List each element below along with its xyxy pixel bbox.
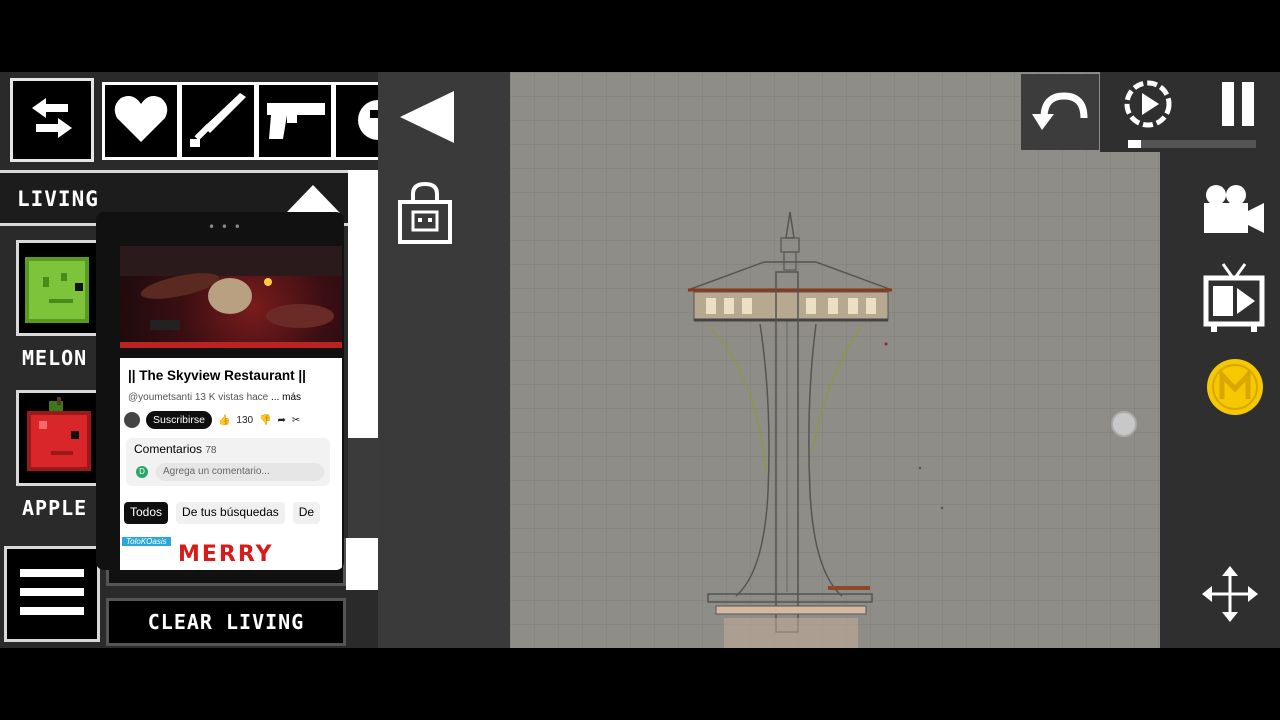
tower-structure[interactable]	[510, 72, 1160, 648]
toolbar-column	[378, 72, 510, 648]
item-label-melon: MELON	[22, 346, 88, 370]
touch-cursor	[1111, 411, 1137, 437]
list-scrollbar-track	[348, 438, 378, 538]
like-icon[interactable]: 👍	[218, 415, 230, 426]
heart-icon	[113, 94, 169, 148]
like-count: 130	[236, 414, 254, 426]
clear-living-button[interactable]: CLEAR LIVING	[106, 598, 346, 646]
video-title[interactable]: || The Skyview Restaurant ||	[128, 368, 306, 383]
move-arrows-icon	[1202, 566, 1258, 626]
video-meta: @youmetsanti 13 K vistas hace ... más	[128, 392, 301, 403]
chip-more[interactable]: De	[292, 502, 321, 524]
ad-text: MERRY	[178, 542, 274, 567]
tv-icon	[1203, 262, 1265, 338]
video-thumbnail[interactable]	[120, 246, 342, 348]
comments-count: 78	[205, 445, 217, 456]
comment-input[interactable]: Agrega un comentario...	[156, 463, 324, 481]
apple-icon	[19, 397, 97, 487]
sword-icon	[188, 89, 248, 153]
move-button[interactable]	[1200, 566, 1260, 626]
chip-from-searches[interactable]: De tus búsquedas	[176, 502, 285, 524]
more-link[interactable]: ... más	[271, 392, 301, 403]
item-label-apple: APPLE	[22, 496, 88, 520]
time-scale-slider[interactable]	[1128, 140, 1256, 148]
category-melee[interactable]	[182, 85, 254, 157]
drag-handle-icon[interactable]: • • •	[208, 220, 242, 234]
ad-brand: ToloKOasis	[122, 537, 171, 546]
time-scale-fill	[1128, 140, 1141, 148]
melon-icon	[19, 257, 97, 337]
lock-button[interactable]	[392, 180, 458, 250]
slow-motion-icon	[1122, 78, 1174, 134]
video-actions: Suscribirse 👍 130 👎 ➦ ✂	[124, 410, 342, 430]
swap-button[interactable]	[10, 78, 94, 162]
channel-avatar[interactable]	[124, 412, 140, 428]
pistol-icon	[263, 97, 327, 145]
chip-all[interactable]: Todos	[124, 502, 169, 524]
explosive-icon	[342, 94, 378, 148]
item-melon[interactable]	[16, 240, 100, 336]
game-screen: LIVING MELON APPLE CLEAR LIVING • • • ||…	[0, 72, 1280, 648]
category-living[interactable]	[105, 85, 177, 157]
category-tabs	[102, 82, 378, 160]
dislike-icon[interactable]: 👎	[259, 415, 271, 426]
camera-icon	[1202, 183, 1266, 239]
category-explosives[interactable]	[336, 85, 378, 157]
channel-handle[interactable]: @youmetsanti	[128, 392, 192, 403]
upload-age: hace	[246, 392, 269, 403]
sandbox-viewport[interactable]	[510, 72, 1160, 648]
pause-button[interactable]	[1208, 76, 1268, 136]
coin-button[interactable]	[1204, 358, 1266, 420]
clip-icon[interactable]: ✂	[292, 415, 300, 426]
ad-banner[interactable]: ToloKOasis MERRY	[120, 536, 342, 570]
tv-button[interactable]	[1200, 262, 1268, 338]
category-firearms[interactable]	[259, 85, 331, 157]
coin-icon	[1205, 357, 1265, 421]
menu-button[interactable]	[4, 546, 100, 642]
item-apple[interactable]	[16, 390, 100, 486]
share-icon[interactable]: ➦	[278, 415, 286, 426]
comments-section[interactable]: Comentarios 78 D Agrega un comentario...	[126, 438, 330, 486]
back-triangle-icon	[396, 89, 456, 149]
camera-button[interactable]	[1200, 180, 1268, 242]
video-info: || The Skyview Restaurant || @youmetsant…	[120, 358, 342, 536]
undo-button[interactable]	[1021, 74, 1099, 150]
swap-arrows-icon	[28, 96, 76, 144]
lock-icon	[397, 180, 453, 250]
undo-icon	[1030, 88, 1090, 136]
hamburger-menu-icon	[20, 567, 84, 621]
subscribe-button[interactable]: Suscribirse	[146, 411, 212, 429]
back-button[interactable]	[388, 84, 464, 154]
view-count: 13 K vistas	[194, 392, 244, 403]
list-scrollbar[interactable]	[348, 170, 378, 438]
filter-chips: Todos De tus búsquedas De	[124, 502, 342, 524]
pause-icon	[1218, 80, 1258, 132]
commenter-avatar: D	[136, 466, 148, 478]
video-popup[interactable]: • • • || The Skyview Restaurant || @youm…	[96, 212, 344, 570]
comments-label: Comentarios 78	[134, 442, 217, 456]
panel-edge	[346, 538, 378, 590]
category-title: LIVING	[17, 187, 99, 211]
slow-motion-button[interactable]	[1118, 76, 1178, 136]
